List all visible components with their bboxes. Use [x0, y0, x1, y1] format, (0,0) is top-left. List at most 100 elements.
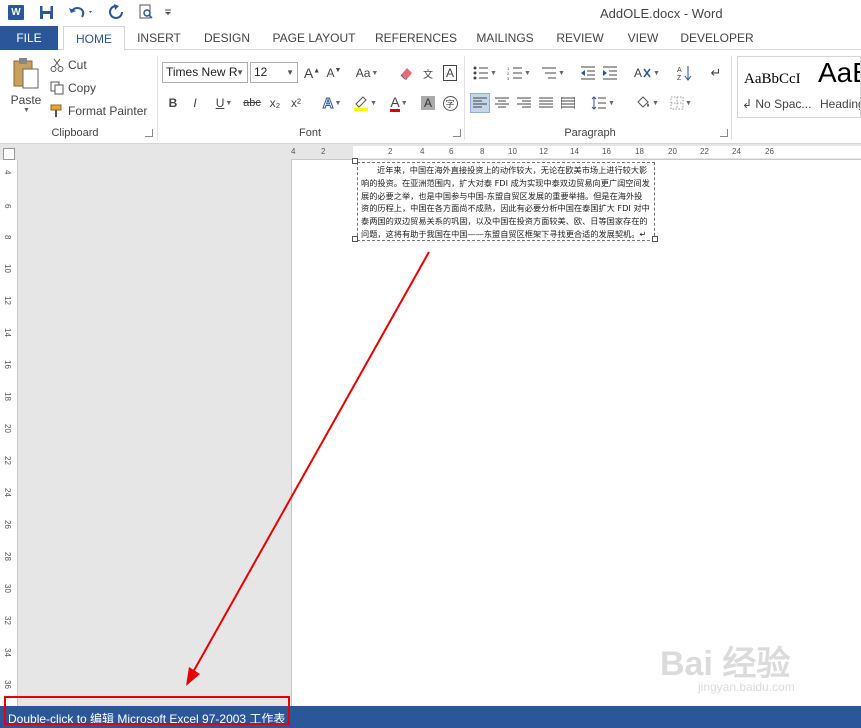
bullets-button[interactable]: ▼ [470, 63, 500, 83]
font-group-label: Font [298, 127, 321, 139]
enclose-characters-button[interactable]: 字 [440, 93, 460, 113]
align-right-button[interactable] [514, 93, 534, 113]
ruler-tick: 12 [3, 296, 12, 305]
clipboard-launcher-icon[interactable] [145, 129, 153, 137]
ruler-tick: 20 [3, 424, 12, 433]
numbering-button[interactable]: 1 2 3 ▼ [504, 63, 534, 83]
text-effects-button[interactable]: A ▼ [318, 93, 346, 113]
customize-icon[interactable] [162, 2, 174, 22]
change-case-button[interactable]: Aa ▼ [352, 63, 382, 83]
copy-button[interactable]: Copy [50, 79, 96, 97]
ruler-tick: 24 [732, 147, 741, 156]
character-shading-button[interactable]: A [418, 93, 438, 113]
highlight-button[interactable]: ▼ [350, 93, 380, 113]
underline-button[interactable]: U ▼ [208, 93, 240, 113]
line-spacing-button[interactable]: ▼ [588, 93, 618, 113]
align-center-icon [495, 97, 509, 108]
format-painter-button[interactable]: Format Painter [50, 102, 147, 120]
multilevel-list-button[interactable]: ▼ [538, 63, 568, 83]
tab-insert[interactable]: INSERT [132, 26, 186, 50]
align-left-button[interactable] [470, 93, 490, 113]
shading-button[interactable]: ▼ [632, 93, 662, 113]
paragraph-launcher-icon[interactable] [720, 129, 728, 137]
distributed-icon [561, 97, 575, 109]
character-border-button[interactable]: A [440, 63, 460, 83]
align-right-icon [517, 97, 531, 108]
ruler-tick: 18 [3, 392, 12, 401]
word-logo-icon: W [6, 2, 26, 22]
align-center-button[interactable] [492, 93, 512, 113]
tab-home[interactable]: HOME [63, 26, 125, 51]
subscript-button[interactable]: x₂ [265, 93, 285, 113]
watermark-url: jingyan.baidu.com [698, 680, 795, 694]
justify-button[interactable] [536, 93, 556, 113]
redo-icon[interactable] [106, 2, 126, 22]
tab-references[interactable]: REFERENCES [372, 26, 460, 50]
chevron-down-icon: ▼ [334, 99, 342, 107]
ruler-tick: 28 [3, 552, 12, 561]
tab-review[interactable]: REVIEW [552, 26, 608, 50]
object-text-line: 响的投资。在亚洲范围内，扩大对泰 FDI 成为实现中泰双边贸易向更广阔空间发 [361, 177, 650, 188]
borders-button[interactable]: ▼ [666, 93, 696, 113]
italic-button[interactable]: I [185, 93, 205, 113]
tab-mailings[interactable]: MAILINGS [472, 26, 538, 50]
chevron-down-icon: ▼ [653, 69, 660, 77]
strikethrough-button[interactable]: abc [242, 93, 262, 113]
enclose-characters-icon: 字 [442, 95, 458, 111]
sort-button[interactable]: AZ [674, 63, 694, 83]
ruler-tick: 30 [3, 584, 12, 593]
embedded-excel-object[interactable]: 近年来，中国在海外直接投资上的动作较大，无论在欧美市场上进行较大影 响的投资。在… [357, 162, 655, 241]
document-title: AddOLE.docx - Word [600, 6, 723, 21]
decrease-indent-button[interactable] [578, 63, 598, 83]
tab-developer[interactable]: DEVELOPER [678, 26, 756, 50]
bold-button[interactable]: B [163, 93, 183, 113]
grow-font-button[interactable]: A▲ [302, 63, 322, 83]
document-page[interactable] [291, 160, 861, 706]
paste-button[interactable]: Paste ▼ [8, 56, 44, 122]
distributed-button[interactable] [558, 93, 578, 113]
chevron-down-icon: ▼ [490, 69, 497, 77]
font-size-combo[interactable]: 12 ▼ [250, 62, 298, 83]
font-color-button[interactable]: A ▼ [384, 93, 414, 113]
clear-formatting-button[interactable] [396, 63, 416, 83]
style-no-spacing[interactable]: AaBbCcI ↲ No Spac... [738, 57, 816, 117]
save-icon[interactable] [36, 2, 56, 22]
ruler-tick: 10 [3, 264, 12, 273]
tab-file[interactable]: FILE [0, 26, 58, 50]
tab-design[interactable]: DESIGN [198, 26, 256, 50]
tab-view[interactable]: VIEW [622, 26, 664, 50]
watermark-brand: Bai 经验 [660, 645, 791, 683]
style-heading-1[interactable]: AaB Heading 1 [816, 57, 861, 117]
resize-handle[interactable] [652, 236, 658, 242]
ruler-tick: 2 [388, 147, 393, 156]
show-hide-button[interactable]: ↵ [706, 63, 726, 83]
chevron-down-icon: ▼ [685, 99, 692, 107]
title-bar: W AddOLE.docx - Word [0, 0, 861, 26]
ruler-tick: 12 [539, 147, 548, 156]
font-name-combo[interactable]: Times New R ▼ [162, 62, 248, 83]
ruler-tick: 32 [3, 616, 12, 625]
cut-button[interactable]: Cut [50, 56, 87, 74]
superscript-button[interactable]: x² [286, 93, 306, 113]
style-name: Heading 1 [820, 97, 861, 111]
horizontal-ruler[interactable]: 4 2 2 4 6 8 10 12 14 16 18 20 22 24 26 [291, 144, 861, 160]
print-preview-icon[interactable] [136, 2, 156, 22]
justify-icon [539, 97, 553, 108]
shrink-font-button[interactable]: A▼ [324, 63, 344, 83]
asian-layout-button[interactable]: A ▼ [632, 63, 662, 83]
resize-handle[interactable] [352, 236, 358, 242]
ruler-tick: 22 [3, 456, 12, 465]
tab-page-layout[interactable]: PAGE LAYOUT [268, 26, 360, 50]
group-separator [464, 56, 465, 140]
font-launcher-icon[interactable] [453, 129, 461, 137]
phonetic-guide-button[interactable]: 文 [418, 63, 438, 83]
ruler-tick: 8 [3, 235, 12, 240]
tab-selector-icon[interactable] [3, 148, 15, 160]
increase-indent-button[interactable] [600, 63, 620, 83]
ruler-tick: 6 [449, 147, 454, 156]
ruler-tick: 16 [602, 147, 611, 156]
undo-icon[interactable] [66, 2, 96, 22]
group-separator [731, 56, 732, 140]
vertical-ruler[interactable]: 4 6 8 10 12 14 16 18 20 22 24 26 28 30 3… [0, 160, 18, 706]
resize-handle[interactable] [352, 158, 358, 164]
